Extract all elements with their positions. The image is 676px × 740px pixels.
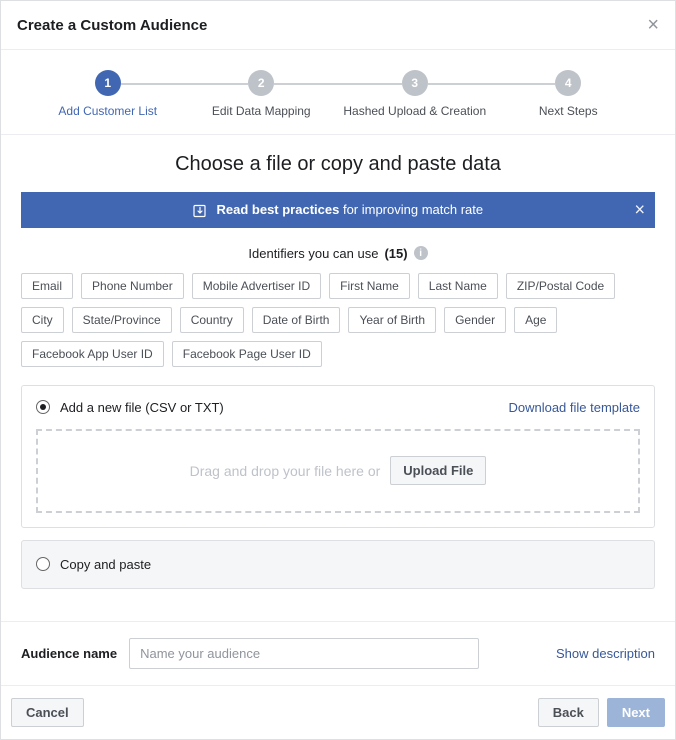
step-label: Hashed Upload & Creation — [343, 104, 486, 118]
option-copy-paste-title: Copy and paste — [60, 557, 151, 572]
step-line — [428, 83, 556, 85]
step-label: Next Steps — [539, 104, 598, 118]
banner-close-icon[interactable]: × — [634, 199, 645, 220]
option-add-file-body: Drag and drop your file here or Upload F… — [22, 429, 654, 527]
chip-mobile-advertiser-id[interactable]: Mobile Advertiser ID — [192, 273, 321, 299]
identifiers-text: Identifiers you can use — [248, 246, 378, 261]
option-add-file-header[interactable]: Add a new file (CSV or TXT) Download fil… — [22, 386, 654, 429]
identifiers-label: Identifiers you can use (15) i — [21, 246, 655, 261]
cancel-button[interactable]: Cancel — [11, 698, 84, 727]
modal-header: Create a Custom Audience × — [1, 1, 675, 50]
step-add-customer-list[interactable]: 1 Add Customer List — [31, 70, 185, 118]
step-label: Add Customer List — [58, 104, 157, 118]
modal-title: Create a Custom Audience — [17, 17, 207, 34]
chip-dob[interactable]: Date of Birth — [252, 307, 341, 333]
step-number: 3 — [402, 70, 428, 96]
banner-strong: Read best practices — [217, 202, 340, 217]
download-file-template-link[interactable]: Download file template — [508, 400, 640, 415]
radio-copy-paste[interactable] — [36, 557, 50, 571]
show-description-link[interactable]: Show description — [556, 646, 655, 661]
upload-file-button[interactable]: Upload File — [390, 456, 486, 485]
chip-zip[interactable]: ZIP/Postal Code — [506, 273, 615, 299]
identifiers-count: (15) — [384, 246, 407, 261]
chip-age[interactable]: Age — [514, 307, 557, 333]
step-line — [121, 83, 249, 85]
chip-fb-page-uid[interactable]: Facebook Page User ID — [172, 341, 322, 367]
modal-footer: Cancel Back Next — [1, 685, 675, 739]
audience-name-row: Audience name Show description — [1, 621, 675, 685]
option-add-file-title: Add a new file (CSV or TXT) — [60, 400, 224, 415]
file-dropzone[interactable]: Drag and drop your file here or Upload F… — [36, 429, 640, 513]
step-number: 4 — [555, 70, 581, 96]
radio-add-file[interactable] — [36, 400, 50, 414]
chip-country[interactable]: Country — [180, 307, 244, 333]
import-icon — [193, 204, 207, 218]
chip-phone[interactable]: Phone Number — [81, 273, 184, 299]
option-add-file: Add a new file (CSV or TXT) Download fil… — [21, 385, 655, 528]
step-number: 1 — [95, 70, 121, 96]
step-line — [274, 83, 402, 85]
stepper: 1 Add Customer List 2 Edit Data Mapping … — [1, 50, 675, 135]
option-copy-paste-header[interactable]: Copy and paste — [22, 541, 654, 588]
close-icon[interactable]: × — [647, 15, 659, 35]
back-button[interactable]: Back — [538, 698, 599, 727]
identifier-chips: Email Phone Number Mobile Advertiser ID … — [21, 273, 655, 367]
chip-state[interactable]: State/Province — [72, 307, 172, 333]
audience-name-label: Audience name — [21, 646, 117, 661]
step-edit-data-mapping[interactable]: 2 Edit Data Mapping — [185, 70, 339, 118]
chip-first-name[interactable]: First Name — [329, 273, 410, 299]
chip-email[interactable]: Email — [21, 273, 73, 299]
chip-yob[interactable]: Year of Birth — [348, 307, 436, 333]
best-practices-banner[interactable]: Read best practices for improving match … — [21, 192, 655, 228]
step-next-steps[interactable]: 4 Next Steps — [492, 70, 646, 118]
section-title: Choose a file or copy and paste data — [21, 153, 655, 176]
banner-rest: for improving match rate — [339, 202, 483, 217]
step-hashed-upload[interactable]: 3 Hashed Upload & Creation — [338, 70, 492, 118]
modal-content: Choose a file or copy and paste data Rea… — [1, 135, 675, 621]
banner-text: Read best practices for improving match … — [33, 202, 643, 218]
chip-last-name[interactable]: Last Name — [418, 273, 498, 299]
dropzone-text: Drag and drop your file here or — [190, 463, 381, 479]
chip-gender[interactable]: Gender — [444, 307, 506, 333]
create-audience-modal: Create a Custom Audience × 1 Add Custome… — [0, 0, 676, 740]
option-copy-paste: Copy and paste — [21, 540, 655, 589]
step-number: 2 — [248, 70, 274, 96]
chip-city[interactable]: City — [21, 307, 64, 333]
info-icon[interactable]: i — [414, 246, 428, 260]
chip-fb-app-uid[interactable]: Facebook App User ID — [21, 341, 164, 367]
audience-name-input[interactable] — [129, 638, 479, 669]
step-label: Edit Data Mapping — [212, 104, 311, 118]
next-button[interactable]: Next — [607, 698, 665, 727]
